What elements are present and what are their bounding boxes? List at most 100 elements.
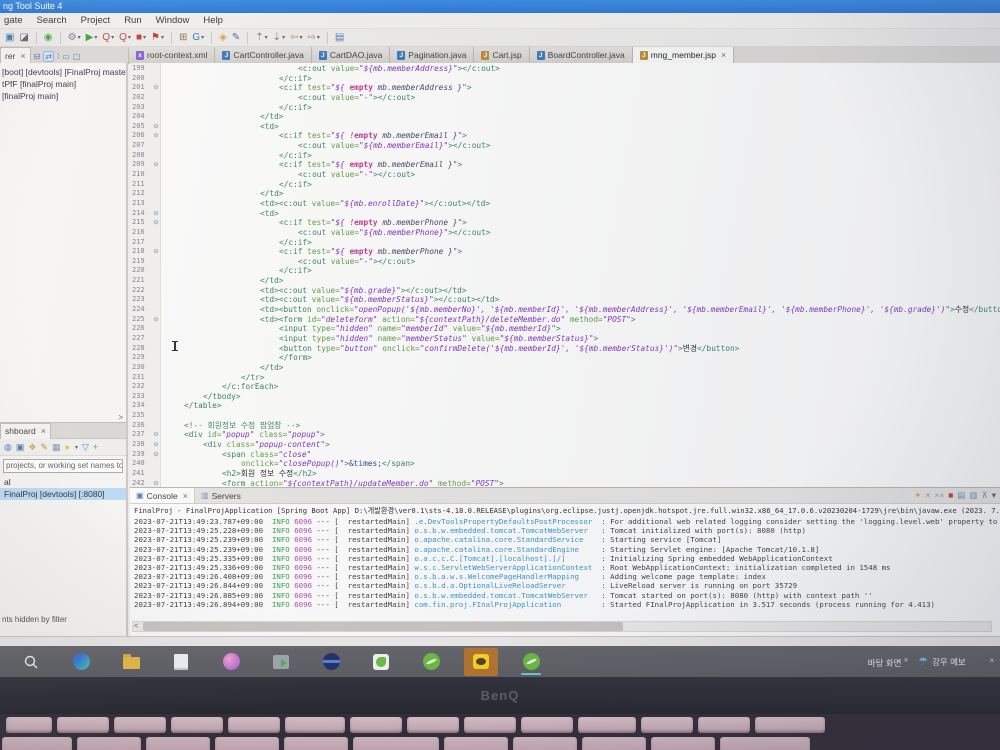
- notes-icon[interactable]: [164, 648, 198, 676]
- clear-console-icon[interactable]: ▤: [957, 488, 965, 503]
- dropdown-arrow-icon[interactable]: ▾: [282, 34, 285, 41]
- pencil-icon[interactable]: ✎: [40, 440, 48, 454]
- coverage-icon[interactable]: Q▾: [101, 31, 115, 45]
- editor-tab-cartcontroller-java[interactable]: JCartController.java: [215, 47, 311, 63]
- dropdown-arrow-icon[interactable]: ▾: [78, 34, 81, 41]
- next-annotation-icon[interactable]: ⇣▾: [272, 31, 286, 45]
- minimize-icon[interactable]: ▭: [62, 52, 70, 61]
- console-menu-icon[interactable]: ▾: [992, 488, 996, 503]
- menu-item-help[interactable]: Help: [203, 15, 223, 26]
- editor-tab-cartdao-java[interactable]: JCartDAO.java: [312, 47, 390, 63]
- dropdown-arrow-icon[interactable]: ▾: [299, 34, 302, 41]
- console-hscrollbar[interactable]: <: [132, 621, 992, 632]
- editor-tab-boardcontroller-java[interactable]: JBoardController.java: [530, 47, 633, 63]
- eclipse-icon[interactable]: [314, 648, 348, 676]
- view-menu-icon[interactable]: ⁞: [57, 52, 59, 61]
- menu-item-run[interactable]: Run: [124, 15, 141, 26]
- editor-tab-root-context-xml[interactable]: xroot-context.xml: [129, 47, 215, 63]
- fold-marker-icon[interactable]: ⊖: [151, 315, 161, 325]
- fold-marker-icon[interactable]: ⊖: [151, 430, 161, 440]
- code-editor[interactable]: 199<c:out value="${mb.memberAddress}"></…: [130, 63, 1000, 487]
- git-icon[interactable]: G▾: [191, 31, 205, 45]
- profile-icon[interactable]: Q▾: [118, 31, 132, 45]
- remove-all-launches-icon[interactable]: ××: [934, 488, 944, 503]
- fold-marker-icon[interactable]: ⊖: [151, 247, 161, 257]
- prev-annotation-icon[interactable]: ⇡▾: [254, 31, 268, 45]
- taskbar-search-icon[interactable]: [14, 648, 48, 676]
- close-icon[interactable]: ×: [721, 50, 726, 60]
- fold-marker-icon[interactable]: ⊖: [151, 131, 161, 141]
- editor-tab-cart-jsp[interactable]: JCart.jsp: [474, 47, 529, 63]
- new-wizard-icon[interactable]: ▣: [4, 31, 15, 45]
- tags-icon[interactable]: ❖: [28, 440, 36, 454]
- dashboard-item-local[interactable]: al: [0, 476, 126, 488]
- scroll-lock-icon[interactable]: ▥: [969, 488, 977, 503]
- editor-tab-mng-member-jsp[interactable]: Jmng_member.jsp×: [633, 47, 734, 63]
- terminate-icon[interactable]: ■: [948, 488, 953, 503]
- browser-icon[interactable]: [64, 648, 98, 676]
- spring-running-icon[interactable]: [514, 648, 548, 676]
- dropdown-arrow-icon[interactable]: ▾: [265, 34, 268, 41]
- dashboard-item-finalproj[interactable]: FinalProj [devtools] [:8080]: [0, 488, 126, 500]
- dashboard-filter-input[interactable]: projects, or working set names to mat: [3, 459, 123, 473]
- bulb-icon[interactable]: ●: [65, 440, 70, 454]
- search-icon[interactable]: ✎: [231, 31, 241, 45]
- dropdown-arrow-icon[interactable]: ▾: [143, 34, 146, 41]
- fold-marker-icon[interactable]: ⊖: [151, 479, 161, 487]
- back-icon[interactable]: ⇦▾: [289, 31, 303, 45]
- collapse-all-icon[interactable]: ⊟: [34, 52, 41, 61]
- explorer-tree-item[interactable]: [boot] [devtools] [FinalProj maste: [0, 66, 126, 78]
- fold-marker-icon[interactable]: ⊖: [151, 209, 161, 219]
- run-icon[interactable]: ▶▾: [85, 31, 99, 45]
- scroll-right-icon[interactable]: >: [118, 413, 123, 422]
- dropdown-arrow-icon[interactable]: ▾: [111, 34, 114, 41]
- scrollbar-thumb[interactable]: [143, 622, 623, 631]
- open-type-icon[interactable]: ◈: [218, 31, 228, 45]
- pin-console-icon[interactable]: ⊼: [981, 488, 987, 503]
- tab-package-explorer[interactable]: rer ×: [0, 47, 31, 63]
- dropdown-arrow-icon[interactable]: ▾: [161, 34, 164, 41]
- properties-icon[interactable]: ▦: [52, 440, 61, 454]
- photos-icon[interactable]: [214, 648, 248, 676]
- filter-icon[interactable]: ▽: [82, 440, 89, 454]
- fold-marker-icon[interactable]: ⊖: [151, 122, 161, 132]
- explorer-tree-item[interactable]: tPfF [finalProj main]: [0, 78, 126, 90]
- kakaotalk-icon[interactable]: [464, 648, 498, 676]
- dropdown-arrow-icon[interactable]: ▾: [75, 444, 78, 451]
- add-icon[interactable]: +: [93, 440, 98, 454]
- explorer-tree-item[interactable]: [finalProj main]: [0, 90, 126, 102]
- tab-boot-dashboard[interactable]: shboard ×: [0, 423, 51, 439]
- dropdown-arrow-icon[interactable]: ▾: [201, 34, 204, 41]
- menu-item-gate[interactable]: gate: [4, 15, 23, 26]
- key-icon[interactable]: ✦: [914, 488, 921, 503]
- close-icon[interactable]: ×: [183, 491, 188, 501]
- save-icon[interactable]: ◪: [18, 31, 29, 45]
- stop-icon[interactable]: ■▾: [135, 31, 147, 45]
- menu-item-project[interactable]: Project: [81, 15, 111, 26]
- dropdown-arrow-icon[interactable]: ▾: [94, 34, 97, 41]
- tray-expand-icon[interactable]: ^: [990, 657, 994, 667]
- debug-icon[interactable]: ⚙▾: [67, 31, 82, 45]
- link-with-editor-icon[interactable]: ⇄: [43, 51, 54, 62]
- menu-item-search[interactable]: Search: [37, 15, 67, 26]
- scroll-left-icon[interactable]: <: [134, 622, 138, 631]
- fold-marker-icon[interactable]: ⊖: [151, 160, 161, 170]
- close-icon[interactable]: ×: [41, 426, 46, 436]
- file-explorer-icon[interactable]: [114, 648, 148, 676]
- editor-tab-pagination-java[interactable]: JPagination.java: [390, 47, 474, 63]
- spring-icon[interactable]: [414, 648, 448, 676]
- perspective-icon[interactable]: ▤: [334, 31, 345, 45]
- console-tab-servers[interactable]: ▥Servers: [195, 488, 247, 503]
- dropdown-arrow-icon[interactable]: ▾: [317, 34, 320, 41]
- weather-widget[interactable]: ☂ 강우 예보: [918, 655, 966, 668]
- menu-item-window[interactable]: Window: [156, 15, 190, 26]
- globe-icon[interactable]: ◍: [4, 440, 12, 454]
- fold-marker-icon[interactable]: ⊖: [151, 450, 161, 460]
- dropdown-arrow-icon[interactable]: ▾: [128, 34, 131, 41]
- remove-launch-icon[interactable]: ×: [925, 488, 930, 503]
- open-console-icon[interactable]: ▣: [16, 440, 25, 454]
- relaunch-icon[interactable]: ⚑▾: [150, 31, 165, 45]
- fold-marker-icon[interactable]: ⊖: [151, 218, 161, 228]
- sts-icon[interactable]: [364, 648, 398, 676]
- forward-icon[interactable]: ⇨▾: [306, 31, 320, 45]
